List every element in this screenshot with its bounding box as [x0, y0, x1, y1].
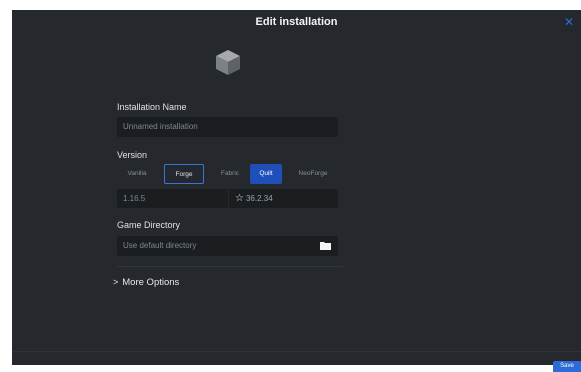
save-button[interactable]: Save [553, 361, 581, 372]
divider [117, 266, 343, 267]
version-label: Version [117, 150, 148, 160]
tab-neoforge[interactable]: NeoForge [290, 164, 336, 184]
tab-forge[interactable]: Forge [164, 164, 204, 184]
more-options-toggle[interactable]: > More Options [113, 277, 179, 288]
game-directory-placeholder: Use default directory [123, 241, 197, 250]
loader-version-value: 36.2.34 [245, 194, 273, 203]
installation-name-label: Installation Name [117, 102, 187, 112]
loader-tabs: Vanilla Forge Fabric Quilt NeoForge [117, 164, 338, 184]
cube-icon [216, 50, 240, 75]
installation-name-input[interactable]: Unnamed installation [117, 117, 338, 137]
tab-vanilla[interactable]: Vanilla [117, 164, 157, 184]
star-icon: ☆ [235, 193, 244, 204]
game-directory-label: Game Directory [117, 220, 181, 230]
tab-quilt[interactable]: Quilt [250, 164, 282, 184]
game-directory-input[interactable]: Use default directory [117, 236, 338, 256]
close-icon[interactable]: ✕ [563, 16, 575, 28]
chevron-right-icon: > [113, 277, 119, 287]
tab-fabric[interactable]: Fabric [210, 164, 250, 184]
dialog-title: Edit installation [255, 16, 338, 28]
loader-version-select[interactable]: ☆ 36.2.34 [229, 189, 338, 208]
footer-divider [12, 351, 581, 352]
edit-installation-dialog: Edit installation ✕ Installation Name Un… [12, 10, 581, 365]
more-options-label: More Options [122, 277, 180, 288]
folder-icon[interactable] [320, 241, 331, 250]
minecraft-version-select[interactable]: 1.16.5 [117, 189, 228, 208]
